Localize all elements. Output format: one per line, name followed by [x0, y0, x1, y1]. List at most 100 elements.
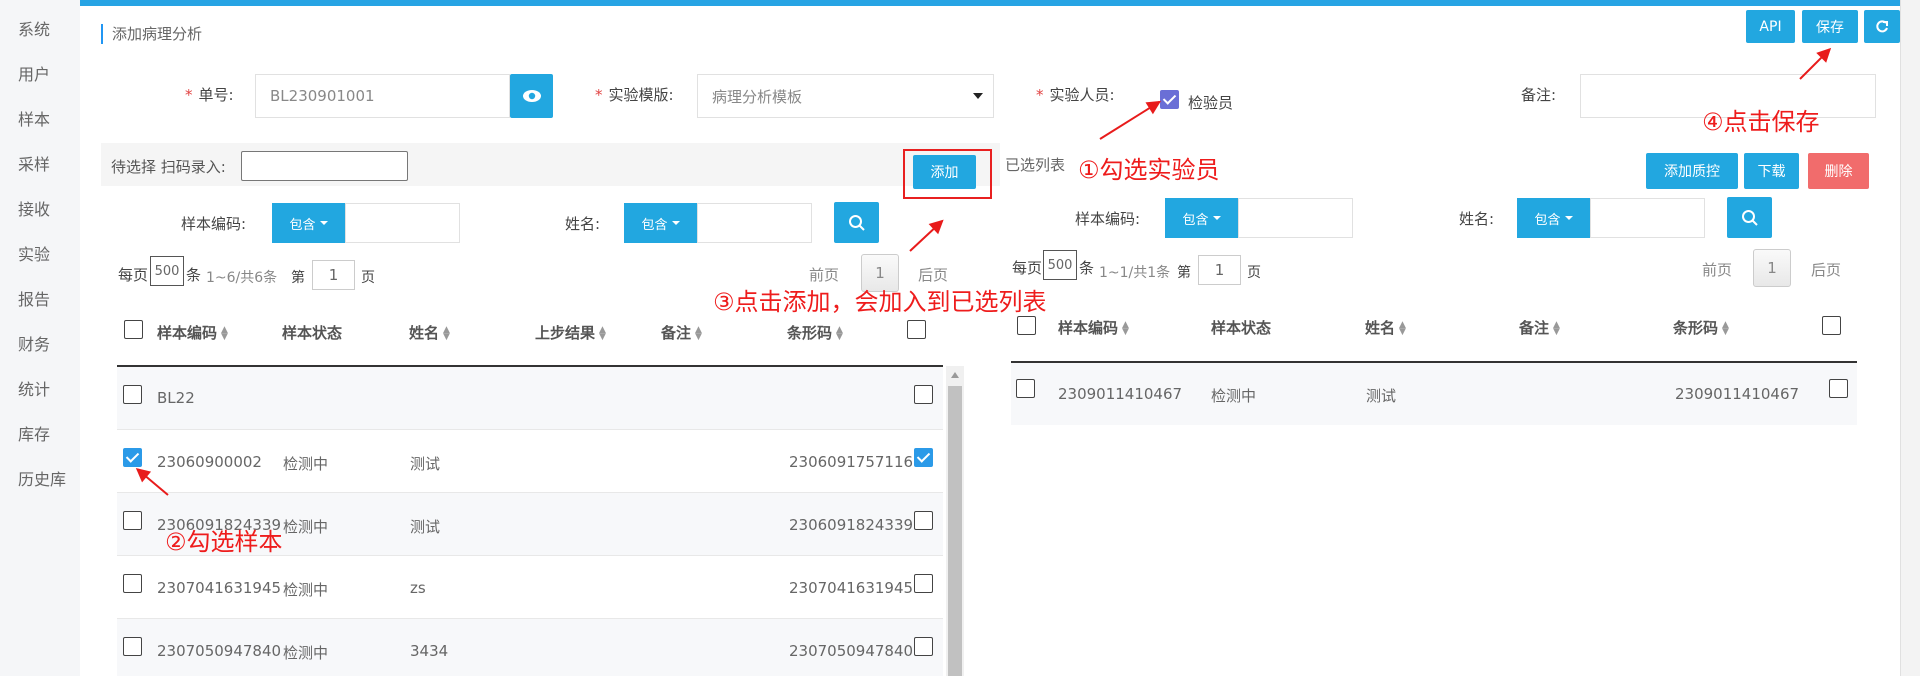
table-row[interactable]: 2309011410467 检测中 测试 2309011410467 — [1011, 363, 1857, 425]
left-code-filter-input[interactable] — [345, 203, 460, 243]
personnel-label: * 实验人员: — [1036, 86, 1115, 104]
left-col-code[interactable]: 样本编码 ▲ ▼ — [157, 322, 228, 343]
save-button[interactable]: 保存 — [1802, 10, 1858, 43]
right-current-page[interactable]: 1 — [1753, 249, 1791, 287]
left-col-name[interactable]: 姓名 ▲ ▼ — [409, 322, 450, 343]
right-prev-page[interactable]: 前页 — [1702, 259, 1732, 280]
download-button[interactable]: 下载 — [1744, 153, 1799, 189]
search-icon — [848, 214, 865, 231]
personnel-option-label: 检验员 — [1188, 94, 1234, 112]
right-header-right-checkbox[interactable] — [1822, 316, 1841, 335]
right-search-button[interactable] — [1727, 197, 1772, 238]
top-accent-bar — [80, 0, 1900, 6]
row-right-checkbox[interactable] — [914, 511, 933, 530]
right-page-prefix: 第 — [1177, 265, 1191, 281]
left-name-mode-dropdown[interactable]: 包含 — [624, 203, 697, 243]
add-button[interactable]: 添加 — [913, 155, 976, 189]
table-row[interactable]: BL22 — [117, 367, 943, 430]
left-select-all-checkbox[interactable] — [124, 320, 143, 339]
row-checkbox[interactable] — [123, 574, 142, 593]
row-right-checkbox[interactable] — [914, 385, 933, 404]
left-table-scrollbar[interactable] — [946, 366, 964, 676]
left-page-input[interactable]: 1 — [312, 260, 355, 290]
left-pager-range: 1~6/共6条 — [206, 270, 278, 286]
row-checkbox[interactable] — [123, 385, 142, 404]
order-no-input[interactable]: BL230901001 — [255, 74, 510, 118]
table-row[interactable]: 2307041631945 检测中 zs 2307041631945 — [117, 556, 943, 619]
sidebar-item-finance[interactable]: 财务 — [18, 331, 50, 355]
pending-scan-label: 待选择 扫码录入: — [111, 158, 226, 176]
sidebar-item-samples[interactable]: 样本 — [18, 106, 50, 130]
row-barcode: 2306091824339 — [789, 516, 914, 534]
right-page-input[interactable]: 1 — [1198, 255, 1241, 285]
right-name-mode-dropdown[interactable]: 包含 — [1517, 198, 1590, 238]
row-barcode: 2309011410467 — [1675, 385, 1800, 403]
sidebar-item-history[interactable]: 历史库 — [18, 466, 66, 490]
left-header-right-checkbox[interactable] — [907, 320, 926, 339]
left-col-status: 样本状态 — [282, 324, 343, 342]
row-checkbox[interactable] — [123, 637, 142, 656]
row-right-checkbox[interactable] — [914, 448, 933, 467]
scan-input[interactable] — [241, 151, 408, 181]
page-scrollbar[interactable] — [1900, 0, 1920, 676]
left-code-filter-label: 样本编码: — [181, 215, 247, 233]
right-pager-suffix: 条 — [1079, 259, 1095, 277]
left-col-remark[interactable]: 备注 ▲ ▼ — [661, 322, 702, 343]
scrollbar-thumb[interactable] — [948, 386, 962, 676]
left-per-page-select[interactable]: 500 — [150, 256, 184, 286]
row-name: 3434 — [410, 642, 449, 660]
row-right-checkbox[interactable] — [914, 637, 933, 656]
annotation-arrow-1 — [1099, 101, 1160, 140]
sidebar-item-statistics[interactable]: 统计 — [18, 376, 50, 400]
order-no-label: * 单号: — [185, 86, 234, 104]
template-select[interactable]: 病理分析模板 — [697, 74, 994, 118]
left-name-filter-input[interactable] — [697, 203, 812, 243]
row-code: 2307041631945 — [157, 579, 282, 597]
left-col-barcode[interactable]: 条形码 ▲ ▼ — [787, 322, 843, 343]
right-code-filter-input[interactable] — [1238, 198, 1353, 238]
left-code-mode-dropdown[interactable]: 包含 — [272, 203, 345, 243]
delete-button[interactable]: 删除 — [1808, 153, 1869, 189]
left-col-prev-result[interactable]: 上步结果 ▲ ▼ — [535, 322, 606, 343]
chevron-down-icon — [973, 93, 983, 99]
left-pager-suffix: 条 — [186, 266, 202, 284]
right-next-page[interactable]: 后页 — [1811, 259, 1841, 280]
right-col-remark[interactable]: 备注 ▲ ▼ — [1519, 317, 1560, 338]
row-status: 检测中 — [283, 644, 329, 662]
api-button[interactable]: API — [1746, 10, 1795, 43]
refresh-button[interactable] — [1864, 10, 1900, 43]
table-row[interactable]: 23060900002 检测中 测试 2306091757116 — [117, 430, 943, 493]
row-right-checkbox[interactable] — [1829, 379, 1848, 398]
right-select-all-checkbox[interactable] — [1017, 316, 1036, 335]
right-name-filter-input[interactable] — [1590, 198, 1705, 238]
sidebar-item-users[interactable]: 用户 — [18, 61, 50, 85]
row-code: 2307050947840 — [157, 642, 282, 660]
pending-toolbar — [101, 143, 1000, 186]
row-checkbox[interactable] — [1016, 379, 1035, 398]
sidebar-item-experiment[interactable]: 实验 — [18, 241, 50, 265]
right-code-mode-dropdown[interactable]: 包含 — [1165, 198, 1238, 238]
left-page-suffix: 页 — [361, 270, 375, 286]
sidebar-item-receive[interactable]: 接收 — [18, 196, 50, 220]
scroll-up-icon[interactable] — [951, 372, 959, 378]
add-qc-button[interactable]: 添加质控 — [1646, 153, 1738, 189]
sidebar-item-system[interactable]: 系统 — [18, 16, 50, 40]
row-right-checkbox[interactable] — [914, 574, 933, 593]
eye-icon — [522, 90, 541, 102]
row-status: 检测中 — [283, 518, 329, 536]
view-button[interactable] — [510, 74, 553, 118]
right-col-name[interactable]: 姓名 ▲ ▼ — [1365, 317, 1406, 338]
sidebar-item-report[interactable]: 报告 — [18, 286, 50, 310]
selected-list-label: 已选列表 — [1005, 156, 1066, 174]
sidebar: 系统 用户 样本 采样 接收 实验 报告 财务 统计 库存 历史库 — [0, 0, 80, 676]
sidebar-item-sampling[interactable]: 采样 — [18, 151, 50, 175]
left-search-button[interactable] — [834, 202, 879, 243]
row-checkbox[interactable] — [123, 511, 142, 530]
right-per-page-select[interactable]: 500 — [1043, 250, 1077, 280]
row-status: 检测中 — [283, 455, 329, 473]
right-col-barcode[interactable]: 条形码 ▲ ▼ — [1673, 317, 1729, 338]
template-label: * 实验模版: — [595, 86, 674, 104]
table-row[interactable]: 2307050947840 检测中 3434 2307050947840 — [117, 619, 943, 676]
right-col-code[interactable]: 样本编码 ▲ ▼ — [1058, 317, 1129, 338]
sidebar-item-inventory[interactable]: 库存 — [18, 421, 50, 445]
